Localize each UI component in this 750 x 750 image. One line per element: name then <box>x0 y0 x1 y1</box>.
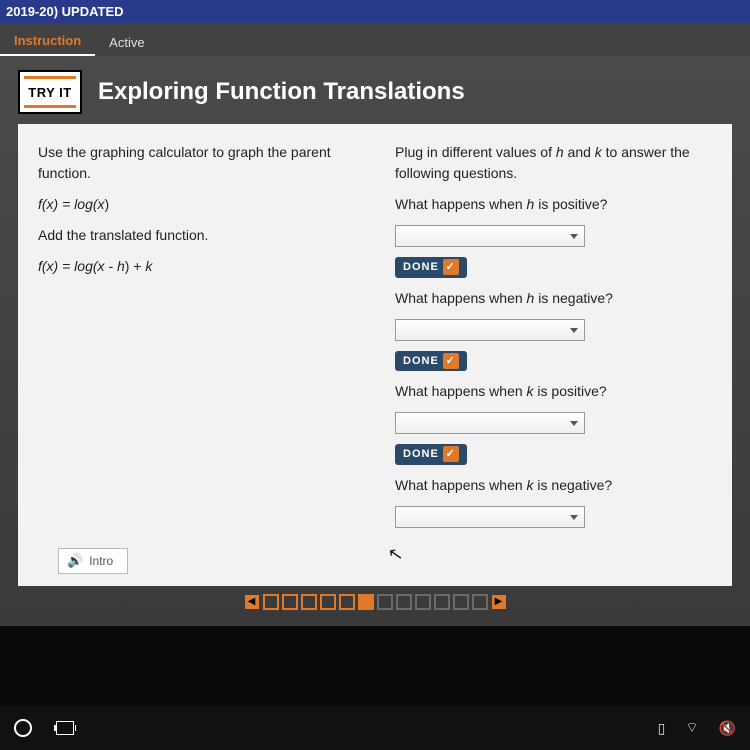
pager-step-3[interactable] <box>301 594 317 610</box>
pager-step-12[interactable] <box>472 594 488 610</box>
question-k-positive: What happens when k is positive? <box>395 381 712 402</box>
windows-taskbar: ▯ ⌔ 🔇 <box>0 706 750 750</box>
check-icon: ✓ <box>443 353 459 369</box>
instruction-text-2: Add the translated function. <box>38 225 355 246</box>
pager-step-4[interactable] <box>320 594 336 610</box>
pager-step-2[interactable] <box>282 594 298 610</box>
check-icon: ✓ <box>443 259 459 275</box>
check-icon: ✓ <box>443 446 459 462</box>
pager-step-7[interactable] <box>377 594 393 610</box>
dropdown-k-positive[interactable] <box>395 412 585 434</box>
equation-translated: f(x) = log(x - h) + k <box>38 256 355 277</box>
taskview-icon[interactable] <box>56 721 74 735</box>
instruction-text-1: Use the graphing calculator to graph the… <box>38 142 355 184</box>
dropdown-k-negative[interactable] <box>395 506 585 528</box>
question-h-positive: What happens when h is positive? <box>395 194 712 215</box>
lesson-title: Exploring Function Translations <box>98 78 465 106</box>
wifi-icon[interactable]: ⌔ <box>685 719 698 737</box>
tryit-badge: TRY IT <box>18 70 82 114</box>
pager-step-8[interactable] <box>396 594 412 610</box>
volume-icon[interactable]: 🔇 <box>719 720 736 737</box>
done-badge-1[interactable]: DONE✓ <box>395 257 467 278</box>
pager-prev[interactable]: ◀ <box>245 595 259 609</box>
course-banner: 2019-20) UPDATED <box>0 0 750 23</box>
pager: ◀ ▶ <box>0 586 750 618</box>
content-panel: Use the graphing calculator to graph the… <box>18 124 732 586</box>
battery-icon[interactable]: ▯ <box>658 720 666 737</box>
left-column: Use the graphing calculator to graph the… <box>38 142 355 536</box>
tab-bar: Instruction Active <box>0 23 750 56</box>
done-badge-3[interactable]: DONE✓ <box>395 444 467 465</box>
pager-next[interactable]: ▶ <box>492 595 506 609</box>
intro-button[interactable]: 🔊 Intro <box>58 548 128 574</box>
cursor-icon: ↖ <box>386 543 405 566</box>
pager-step-6[interactable] <box>358 594 374 610</box>
cortana-icon[interactable] <box>14 719 32 737</box>
pager-step-11[interactable] <box>453 594 469 610</box>
pager-step-10[interactable] <box>434 594 450 610</box>
right-intro: Plug in different values of h and k to a… <box>395 142 712 184</box>
dropdown-h-negative[interactable] <box>395 319 585 341</box>
title-bar: TRY IT Exploring Function Translations <box>0 56 750 124</box>
right-column: Plug in different values of h and k to a… <box>395 142 712 536</box>
lesson-frame: TRY IT Exploring Function Translations U… <box>0 56 750 626</box>
done-badge-2[interactable]: DONE✓ <box>395 351 467 372</box>
tab-active[interactable]: Active <box>95 29 158 56</box>
tab-instruction[interactable]: Instruction <box>0 27 95 56</box>
dropdown-h-positive[interactable] <box>395 225 585 247</box>
equation-parent: f(x) = log(x) <box>38 194 355 215</box>
pager-step-9[interactable] <box>415 594 431 610</box>
question-h-negative: What happens when h is negative? <box>395 288 712 309</box>
pager-step-5[interactable] <box>339 594 355 610</box>
speaker-icon: 🔊 <box>67 553 83 569</box>
pager-step-1[interactable] <box>263 594 279 610</box>
question-k-negative: What happens when k is negative? <box>395 475 712 496</box>
